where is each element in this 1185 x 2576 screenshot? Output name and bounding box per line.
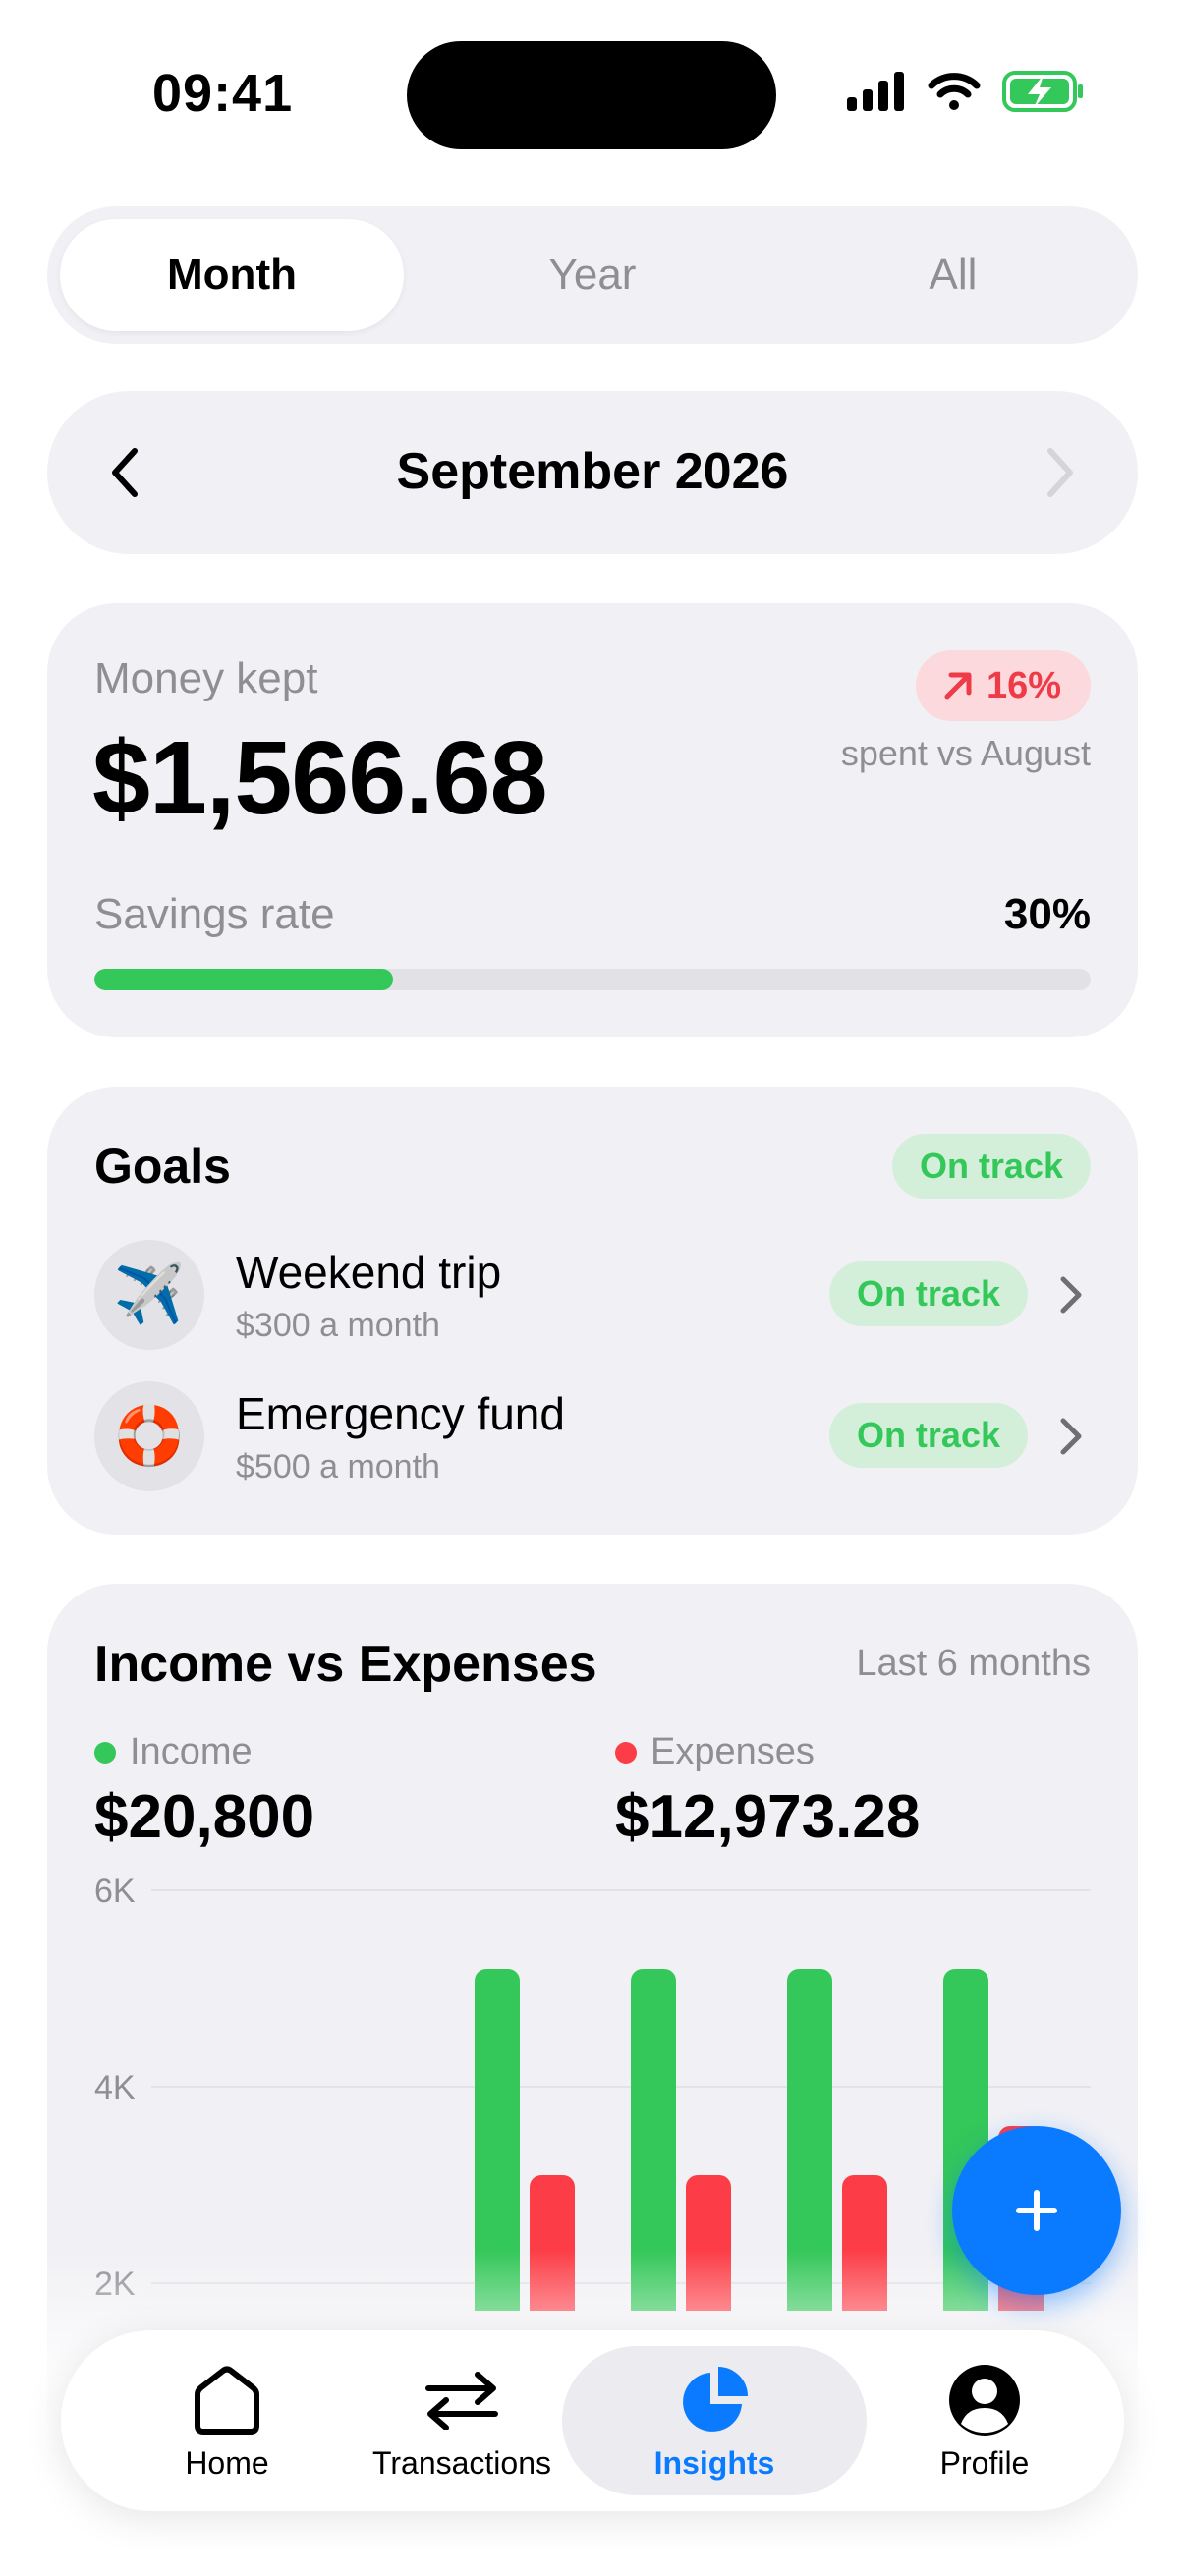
savings-rate-progress-fill <box>94 969 394 990</box>
wifi-icon <box>928 73 981 110</box>
spending-trend-badge: 16% <box>915 650 1091 721</box>
tab-label: Profile <box>939 2444 1030 2481</box>
goal-row-emergency-fund[interactable]: 🛟 Emergency fund $500 a month On track <box>94 1381 1091 1491</box>
trend-value: 16% <box>986 664 1061 706</box>
expenses-dot <box>615 1741 637 1764</box>
profile-icon <box>945 2361 1024 2439</box>
plus-icon <box>1016 2190 1057 2231</box>
tab-insights[interactable]: Insights <box>562 2346 867 2495</box>
chevron-right-icon <box>1051 1271 1091 1318</box>
tab-bar: Home Transactions Insights Profile <box>61 2330 1124 2511</box>
income-total: $20,800 <box>94 1783 315 1851</box>
income-expenses-period[interactable]: Last 6 months <box>856 1643 1091 1685</box>
y-tick-label: 4K <box>94 2069 136 2106</box>
goal-name: Weekend trip <box>236 1247 502 1298</box>
goal-status-badge: On track <box>828 1261 1028 1326</box>
income-legend: Income <box>94 1731 253 1773</box>
home-icon <box>188 2361 266 2439</box>
money-kept-value: $1,566.68 <box>92 720 548 836</box>
segment-all[interactable]: All <box>781 219 1125 331</box>
cellular-signal-icon <box>847 72 904 111</box>
income-dot <box>94 1741 116 1764</box>
month-title: September 2026 <box>396 443 789 500</box>
goal-name: Emergency fund <box>236 1388 565 1439</box>
arrow-up-right-icon <box>944 672 972 700</box>
tab-label: Home <box>185 2444 269 2481</box>
add-transaction-button[interactable] <box>952 2126 1121 2295</box>
y-tick-label: 6K <box>94 1878 136 1910</box>
period-segmented-control: Month Year All <box>47 206 1138 344</box>
income-label: Income <box>130 1731 253 1772</box>
tab-label: Insights <box>653 2444 775 2481</box>
battery-charging-icon <box>1002 71 1083 112</box>
dynamic-island <box>407 41 776 149</box>
income-expenses-title: Income vs Expenses <box>94 1636 597 1693</box>
goal-amount: $500 a month <box>236 1448 440 1485</box>
status-bar: 09:41 <box>0 0 1185 187</box>
status-icons <box>847 71 1085 112</box>
chevron-right-icon <box>1047 448 1073 497</box>
segment-year[interactable]: Year <box>421 219 764 331</box>
tab-label: Transactions <box>372 2444 551 2481</box>
status-time: 09:41 <box>152 64 294 123</box>
savings-rate-value: 30% <box>1003 890 1091 938</box>
segment-month[interactable]: Month <box>60 219 404 331</box>
goals-title: Goals <box>94 1139 231 1194</box>
goals-status-badge: On track <box>891 1134 1091 1199</box>
goal-status-badge: On track <box>828 1403 1028 1468</box>
trend-subtitle: spent vs August <box>840 733 1091 773</box>
goals-card: Goals On track ✈️ Weekend trip $300 a mo… <box>47 1087 1138 1535</box>
money-kept-card: Money kept $1,566.68 16% spent vs August… <box>47 603 1138 1037</box>
money-kept-label: Money kept <box>94 654 318 702</box>
tab-profile[interactable]: Profile <box>886 2330 1083 2511</box>
next-month-button[interactable] <box>1026 438 1095 507</box>
chevron-right-icon <box>1051 1413 1091 1460</box>
expenses-label: Expenses <box>650 1731 815 1772</box>
airplane-icon: ✈️ <box>94 1240 204 1350</box>
goal-row-weekend-trip[interactable]: ✈️ Weekend trip $300 a month On track <box>94 1240 1091 1350</box>
goal-amount: $300 a month <box>236 1307 440 1344</box>
savings-rate-progress <box>94 969 1091 990</box>
expenses-total: $12,973.28 <box>615 1783 921 1851</box>
transfer-icon <box>423 2361 501 2439</box>
expenses-legend: Expenses <box>615 1731 815 1773</box>
pie-chart-icon <box>675 2361 754 2439</box>
life-buoy-icon: 🛟 <box>94 1381 204 1491</box>
savings-rate-label: Savings rate <box>94 890 335 938</box>
month-navigator: September 2026 <box>47 391 1138 554</box>
